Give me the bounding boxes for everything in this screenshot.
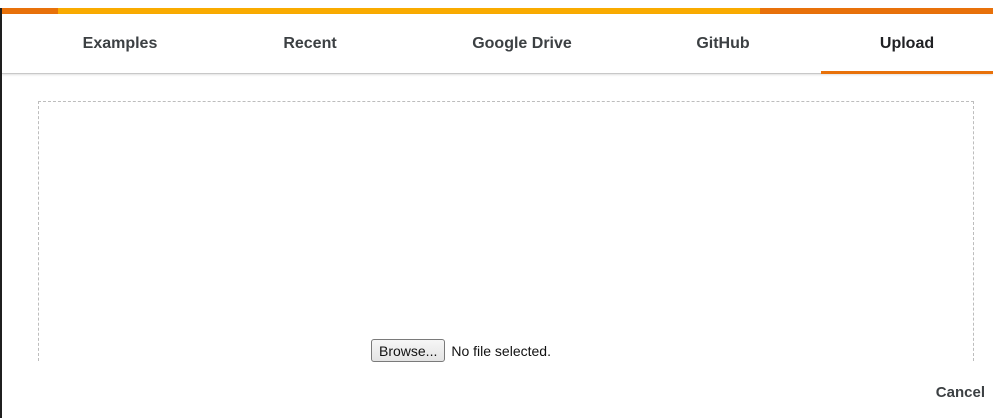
open-notebook-dialog: Examples Recent Google Drive GitHub Uplo… [0,0,993,418]
tab-label: Examples [82,34,158,52]
tab-label: Upload [879,34,935,52]
browse-button[interactable]: Browse... [371,339,446,362]
file-status-text: No file selected. [451,342,551,359]
tab-bar: Examples Recent Google Drive GitHub Uplo… [2,14,993,74]
tab-label: GitHub [696,34,750,52]
upload-drop-zone[interactable] [38,101,974,361]
active-tab-indicator [821,71,993,74]
tab-github[interactable]: GitHub [633,14,813,73]
tab-label: Recent [283,34,337,52]
file-picker: Browse... No file selected. [371,339,551,362]
tab-label: Google Drive [472,34,572,52]
cancel-button[interactable]: Cancel [936,384,985,401]
tab-google-drive[interactable]: Google Drive [422,14,622,73]
tab-examples[interactable]: Examples [30,14,210,73]
tab-upload[interactable]: Upload [821,14,993,74]
tab-recent[interactable]: Recent [220,14,400,73]
